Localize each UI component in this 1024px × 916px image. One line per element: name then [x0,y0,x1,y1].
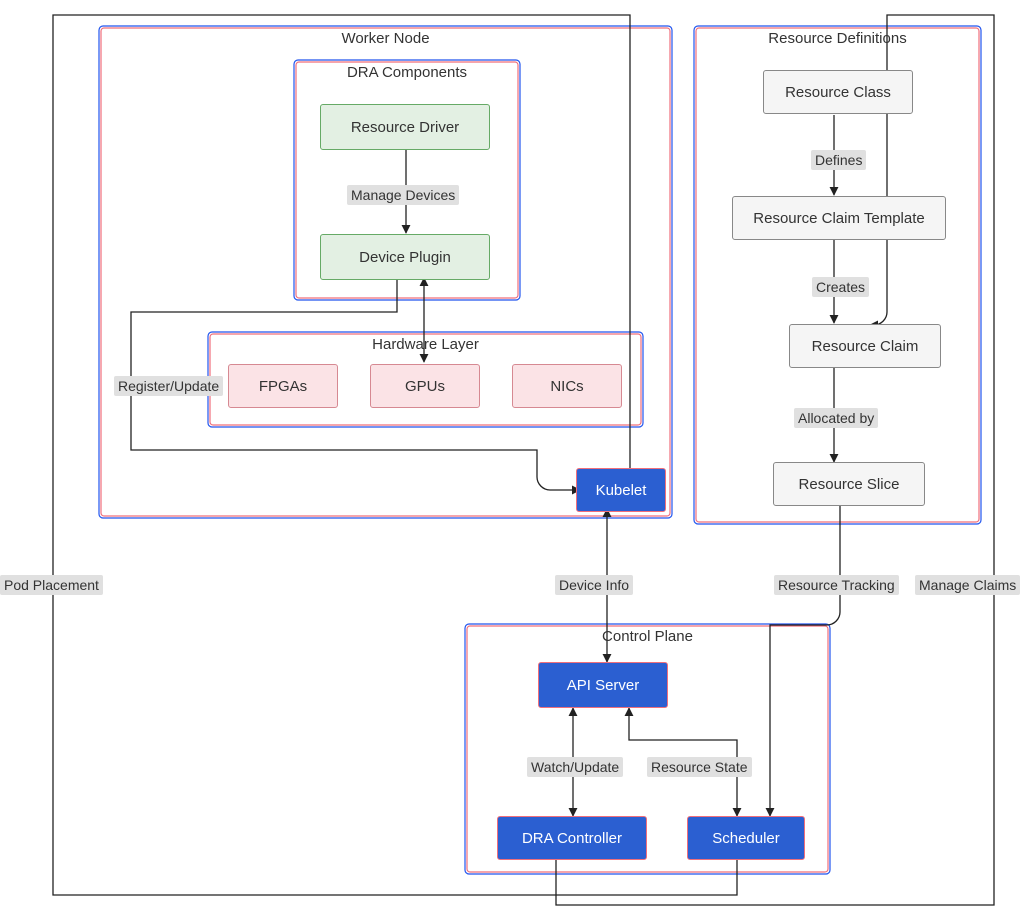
node-scheduler: Scheduler [687,816,805,860]
edge-resource-state: Resource State [647,757,752,777]
node-resource-class: Resource Class [763,70,913,114]
node-resource-driver: Resource Driver [320,104,490,150]
node-fpgas: FPGAs [228,364,338,408]
node-kubelet: Kubelet [576,468,666,512]
group-resource-definitions-label: Resource Definitions [694,30,981,47]
group-hardware-layer-label: Hardware Layer [208,336,643,353]
edge-manage-claims: Manage Claims [915,575,1020,595]
node-nics: NICs [512,364,622,408]
node-resource-claim: Resource Claim [789,324,941,368]
edge-resource-tracking: Resource Tracking [774,575,899,595]
group-worker-node-label: Worker Node [99,30,672,47]
group-control-plane-label: Control Plane [465,628,830,645]
node-device-plugin: Device Plugin [320,234,490,280]
group-dra-components-label: DRA Components [294,64,520,81]
edge-defines: Defines [811,150,866,170]
diagram-root: Worker Node DRA Components Hardware Laye… [0,0,1024,916]
node-dra-controller: DRA Controller [497,816,647,860]
edge-register-update: Register/Update [114,376,223,396]
edge-device-info: Device Info [555,575,633,595]
node-resource-slice: Resource Slice [773,462,925,506]
edge-allocated-by: Allocated by [794,408,878,428]
edge-creates: Creates [812,277,869,297]
edge-manage-devices: Manage Devices [347,185,459,205]
edge-pod-placement: Pod Placement [0,575,103,595]
edge-watch-update: Watch/Update [527,757,623,777]
node-resource-claim-template: Resource Claim Template [732,196,946,240]
node-api-server: API Server [538,662,668,708]
node-gpus: GPUs [370,364,480,408]
